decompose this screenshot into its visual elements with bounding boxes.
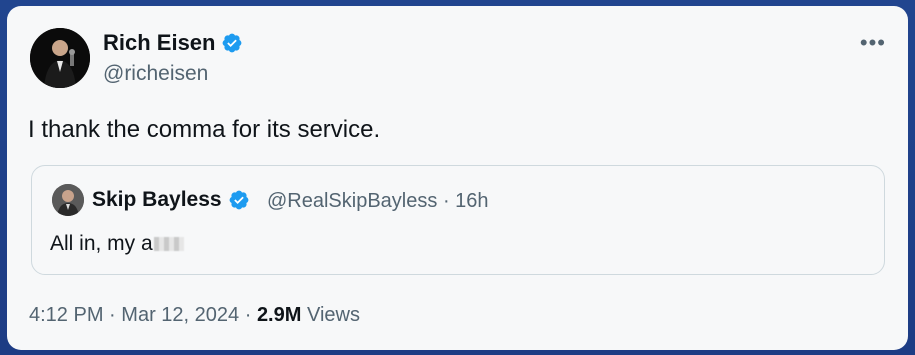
views-count: 2.9M (256, 304, 302, 326)
quoted-author-name-text[interactable]: Skip Bayless (92, 188, 222, 212)
quoted-tweet[interactable]: Skip Bayless @RealSkipBayless · 16h All … (31, 165, 885, 275)
quoted-meta: @RealSkipBayless · 16h (267, 190, 489, 213)
verified-badge-icon (223, 33, 242, 53)
author-name-text[interactable]: Rich Eisen (103, 30, 215, 56)
quoted-text: All in, my a (50, 232, 184, 256)
more-options-icon[interactable]: ••• (860, 30, 886, 56)
censored-blur (153, 237, 184, 252)
post-time[interactable]: 4:12 PM (29, 304, 103, 326)
quoted-verified-badge-icon (229, 190, 248, 210)
footer-separator: · (109, 304, 116, 326)
quoted-text-content: All in, my a (50, 232, 153, 255)
views-label: Views (306, 304, 360, 326)
author-handle[interactable]: @richeisen (103, 62, 208, 86)
quoted-author-avatar[interactable] (52, 184, 84, 216)
footer-separator: · (244, 304, 252, 326)
post-date[interactable]: Mar 12, 2024 (121, 304, 239, 326)
quoted-separator: · (442, 190, 450, 212)
author-avatar[interactable] (30, 28, 90, 88)
tweet-text: I thank the comma for its service. (28, 116, 381, 143)
tweet-footer: 4:12 PM · Mar 12, 2024 · 2.9M Views (29, 304, 360, 327)
author-name[interactable]: Rich Eisen (103, 30, 243, 56)
quoted-age[interactable]: 16h (455, 190, 488, 212)
quoted-author-name[interactable]: Skip Bayless (92, 188, 250, 212)
tweet-card[interactable]: Rich Eisen @richeisen ••• I thank the co… (7, 6, 908, 350)
quoted-author-handle[interactable]: @RealSkipBayless (267, 190, 437, 212)
